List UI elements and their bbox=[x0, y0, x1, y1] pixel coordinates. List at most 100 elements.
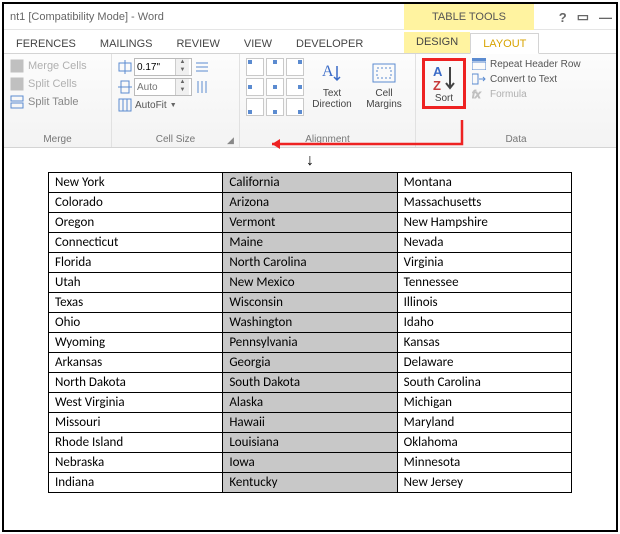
table-cell[interactable]: West Virginia bbox=[49, 393, 223, 413]
table-row[interactable]: ColoradoArizonaMassachusetts bbox=[49, 193, 572, 213]
table-cell[interactable]: North Carolina bbox=[223, 253, 397, 273]
table-cell[interactable]: Indiana bbox=[49, 473, 223, 493]
repeat-header-rows-button[interactable]: Repeat Header Row bbox=[472, 58, 581, 70]
table-cell[interactable]: Missouri bbox=[49, 413, 223, 433]
table-cell[interactable]: Maine bbox=[223, 233, 397, 253]
minimize-button[interactable]: — bbox=[599, 10, 612, 25]
table-row[interactable]: ConnecticutMaineNevada bbox=[49, 233, 572, 253]
table-cell[interactable]: Tennessee bbox=[397, 273, 571, 293]
tab-developer[interactable]: DEVELOPER bbox=[284, 34, 375, 53]
table-cell[interactable]: Michigan bbox=[397, 393, 571, 413]
row-height-down[interactable]: ▼ bbox=[176, 67, 189, 75]
table-cell[interactable]: Ohio bbox=[49, 313, 223, 333]
table-cell[interactable]: Hawaii bbox=[223, 413, 397, 433]
tab-mailings[interactable]: MAILINGS bbox=[88, 34, 165, 53]
table-cell[interactable]: Utah bbox=[49, 273, 223, 293]
table-row[interactable]: TexasWisconsinIllinois bbox=[49, 293, 572, 313]
distribute-rows-button[interactable] bbox=[194, 59, 210, 75]
table-row[interactable]: West VirginiaAlaskaMichigan bbox=[49, 393, 572, 413]
table-cell[interactable]: North Dakota bbox=[49, 373, 223, 393]
cell-margins-button[interactable]: Cell Margins bbox=[360, 58, 408, 116]
table-cell[interactable]: Vermont bbox=[223, 213, 397, 233]
table-cell[interactable]: Virginia bbox=[397, 253, 571, 273]
sort-button[interactable]: A Z Sort bbox=[422, 58, 466, 109]
table-cell[interactable]: New Hampshire bbox=[397, 213, 571, 233]
row-height-input[interactable]: ▲▼ bbox=[134, 58, 192, 76]
table-cell[interactable]: South Carolina bbox=[397, 373, 571, 393]
merge-cells-button[interactable]: Merge Cells bbox=[10, 58, 105, 74]
table-cell[interactable]: California bbox=[223, 173, 397, 193]
col-width-input[interactable]: ▲▼ bbox=[134, 78, 192, 96]
align-bot-right[interactable] bbox=[286, 98, 304, 116]
col-width-field[interactable] bbox=[135, 81, 175, 94]
table-row[interactable]: UtahNew MexicoTennessee bbox=[49, 273, 572, 293]
restore-button[interactable]: ▭ bbox=[577, 9, 589, 25]
formula-button[interactable]: fx Formula bbox=[472, 88, 581, 100]
table-row[interactable]: OhioWashingtonIdaho bbox=[49, 313, 572, 333]
table-cell[interactable]: Montana bbox=[397, 173, 571, 193]
table-cell[interactable]: Connecticut bbox=[49, 233, 223, 253]
document-area[interactable]: ↓ New YorkCaliforniaMontanaColoradoArizo… bbox=[4, 148, 616, 503]
align-top-center[interactable] bbox=[266, 58, 284, 76]
tab-design[interactable]: DESIGN bbox=[404, 32, 470, 53]
align-bot-center[interactable] bbox=[266, 98, 284, 116]
table-cell[interactable]: Kentucky bbox=[223, 473, 397, 493]
table-cell[interactable]: Wisconsin bbox=[223, 293, 397, 313]
table-row[interactable]: OregonVermontNew Hampshire bbox=[49, 213, 572, 233]
table-cell[interactable]: Maryland bbox=[397, 413, 571, 433]
text-direction-button[interactable]: A Text Direction bbox=[308, 58, 356, 116]
table-row[interactable]: New YorkCaliforniaMontana bbox=[49, 173, 572, 193]
table-row[interactable]: WyomingPennsylvaniaKansas bbox=[49, 333, 572, 353]
table-cell[interactable]: Oklahoma bbox=[397, 433, 571, 453]
table-cell[interactable]: Iowa bbox=[223, 453, 397, 473]
cell-size-dialog-launcher[interactable]: ◢ bbox=[227, 135, 237, 145]
tab-review[interactable]: REVIEW bbox=[164, 34, 231, 53]
table-cell[interactable]: Massachusetts bbox=[397, 193, 571, 213]
table-cell[interactable]: Delaware bbox=[397, 353, 571, 373]
table-cell[interactable]: New York bbox=[49, 173, 223, 193]
table-row[interactable]: Rhode IslandLouisianaOklahoma bbox=[49, 433, 572, 453]
table-cell[interactable]: Nebraska bbox=[49, 453, 223, 473]
states-table[interactable]: New YorkCaliforniaMontanaColoradoArizona… bbox=[48, 172, 572, 493]
table-cell[interactable]: Idaho bbox=[397, 313, 571, 333]
align-mid-center[interactable] bbox=[266, 78, 284, 96]
align-top-right[interactable] bbox=[286, 58, 304, 76]
row-height-field[interactable] bbox=[135, 61, 175, 74]
table-cell[interactable]: Georgia bbox=[223, 353, 397, 373]
autofit-button[interactable]: AutoFit ▼ bbox=[118, 98, 210, 112]
table-row[interactable]: ArkansasGeorgiaDelaware bbox=[49, 353, 572, 373]
col-width-up[interactable]: ▲ bbox=[176, 79, 189, 87]
table-cell[interactable]: South Dakota bbox=[223, 373, 397, 393]
align-top-left[interactable] bbox=[246, 58, 264, 76]
align-bot-left[interactable] bbox=[246, 98, 264, 116]
align-mid-left[interactable] bbox=[246, 78, 264, 96]
tab-layout[interactable]: LAYOUT bbox=[470, 33, 539, 54]
table-cell[interactable]: Rhode Island bbox=[49, 433, 223, 453]
table-cell[interactable]: Arkansas bbox=[49, 353, 223, 373]
table-cell[interactable]: Kansas bbox=[397, 333, 571, 353]
table-row[interactable]: FloridaNorth CarolinaVirginia bbox=[49, 253, 572, 273]
table-cell[interactable]: Texas bbox=[49, 293, 223, 313]
table-cell[interactable]: Nevada bbox=[397, 233, 571, 253]
table-row[interactable]: MissouriHawaiiMaryland bbox=[49, 413, 572, 433]
align-mid-right[interactable] bbox=[286, 78, 304, 96]
tab-references[interactable]: FERENCES bbox=[4, 34, 88, 53]
table-row[interactable]: North DakotaSouth DakotaSouth Carolina bbox=[49, 373, 572, 393]
tab-view[interactable]: VIEW bbox=[232, 34, 284, 53]
table-cell[interactable]: Washington bbox=[223, 313, 397, 333]
table-row[interactable]: NebraskaIowaMinnesota bbox=[49, 453, 572, 473]
table-cell[interactable]: Minnesota bbox=[397, 453, 571, 473]
table-cell[interactable]: Arizona bbox=[223, 193, 397, 213]
split-cells-button[interactable]: Split Cells bbox=[10, 76, 105, 92]
table-cell[interactable]: Florida bbox=[49, 253, 223, 273]
convert-to-text-button[interactable]: Convert to Text bbox=[472, 73, 581, 85]
help-button[interactable]: ? bbox=[559, 10, 567, 25]
table-cell[interactable]: New Jersey bbox=[397, 473, 571, 493]
table-cell[interactable]: Louisiana bbox=[223, 433, 397, 453]
table-cell[interactable]: Colorado bbox=[49, 193, 223, 213]
distribute-cols-button[interactable] bbox=[194, 79, 210, 95]
table-row[interactable]: IndianaKentuckyNew Jersey bbox=[49, 473, 572, 493]
row-height-up[interactable]: ▲ bbox=[176, 59, 189, 67]
split-table-button[interactable]: Split Table bbox=[10, 94, 105, 110]
table-cell[interactable]: Wyoming bbox=[49, 333, 223, 353]
